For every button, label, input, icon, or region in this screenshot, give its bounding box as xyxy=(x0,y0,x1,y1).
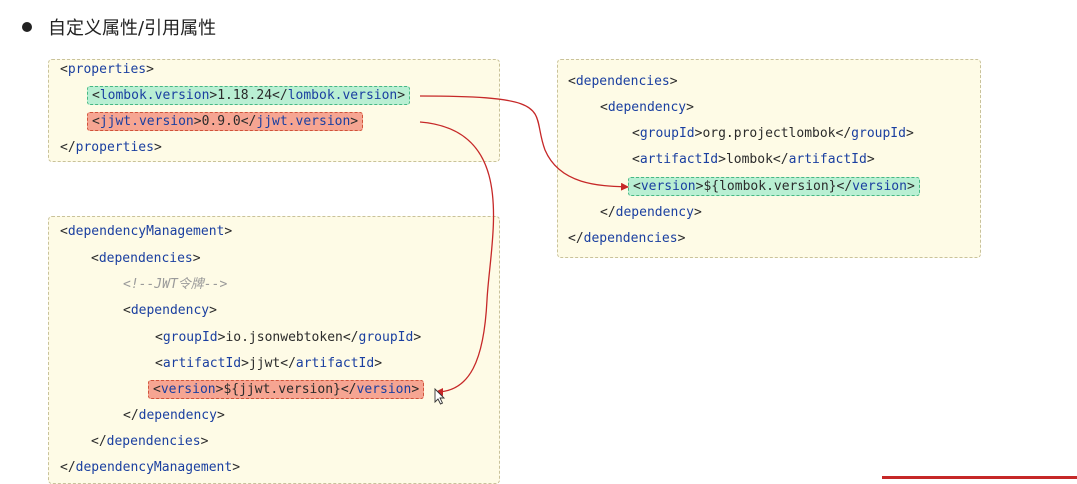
jjwt-version-property: <jjwt.version>0.9.0</jjwt.version> xyxy=(87,112,364,132)
right-dependencies-open: <dependencies> xyxy=(568,74,678,89)
section-heading: 自定义属性/引用属性 xyxy=(22,14,216,40)
jjwt-version-highlight: <jjwt.version>0.9.0</jjwt.version> xyxy=(87,112,364,131)
bullet-icon xyxy=(22,22,32,32)
right-dependency-close: </dependency> xyxy=(600,205,702,220)
left-version-line: <version>${jjwt.version}</version> xyxy=(148,380,425,400)
lombok-version-highlight: <lombok.version>1.18.24</lombok.version> xyxy=(87,86,411,105)
lombok-version-property: <lombok.version>1.18.24</lombok.version> xyxy=(87,86,411,106)
management-close: </dependencyManagement> xyxy=(60,460,241,475)
management-open: <dependencyManagement> xyxy=(60,224,233,239)
left-dependencies-open: <dependencies> xyxy=(91,251,201,266)
right-version-line: <version>${lombok.version}</version> xyxy=(628,177,920,197)
right-artifactid-line: <artifactId>lombok</artifactId> xyxy=(632,152,875,167)
right-groupid-line: <groupId>org.projectlombok</groupId> xyxy=(632,126,914,141)
left-artifactid-line: <artifactId>jjwt</artifactId> xyxy=(155,356,383,371)
lombok-version-reference-highlight: <version>${lombok.version}</version> xyxy=(628,177,920,196)
left-dependency-close: </dependency> xyxy=(123,408,225,423)
left-dependencies-close: </dependencies> xyxy=(91,434,209,449)
left-groupid-line: <groupId>io.jsonwebtoken</groupId> xyxy=(155,330,422,345)
jjwt-version-reference-highlight: <version>${jjwt.version}</version> xyxy=(148,380,425,399)
right-dependencies-close: </dependencies> xyxy=(568,231,686,246)
right-dependency-open: <dependency> xyxy=(600,100,694,115)
properties-open-line: <properties> xyxy=(60,62,154,77)
left-dependency-open: <dependency> xyxy=(123,303,217,318)
properties-close-line: </properties> xyxy=(60,140,162,155)
jwt-comment: <!--JWT令牌--> xyxy=(123,277,228,292)
heading-text: 自定义属性/引用属性 xyxy=(48,18,217,39)
